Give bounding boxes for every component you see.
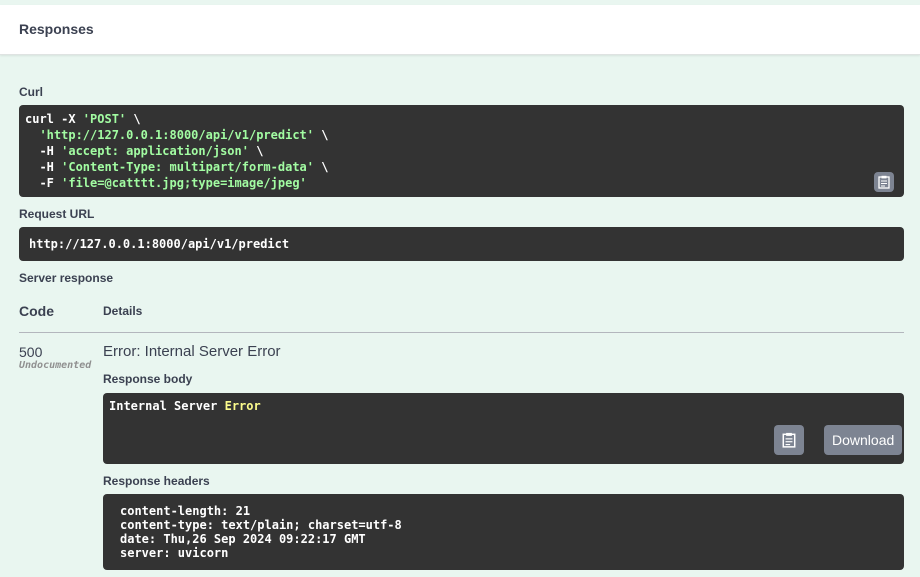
error-title: Error: Internal Server Error bbox=[103, 343, 281, 360]
server-response-label: Server response bbox=[19, 271, 114, 285]
curl-code-block[interactable]: curl -X 'POST' \ 'http://127.0.0.1:8000/… bbox=[19, 105, 904, 197]
request-url-block[interactable]: http://127.0.0.1:8000/api/v1/predict bbox=[19, 227, 904, 261]
response-body-block[interactable]: Internal Server Error Download bbox=[103, 393, 904, 464]
header-line: content-type: text/plain; charset=utf-8 bbox=[120, 518, 402, 532]
details-column-header: Details bbox=[103, 304, 143, 318]
header-line: content-length: 21 bbox=[120, 504, 251, 518]
response-code: 500 bbox=[19, 344, 43, 360]
response-body-label: Response body bbox=[103, 372, 193, 386]
request-url-label: Request URL bbox=[19, 207, 95, 221]
table-divider bbox=[19, 332, 904, 333]
response-headers-list: content-length: 21 content-type: text/pl… bbox=[120, 504, 402, 560]
download-button[interactable]: Download bbox=[824, 425, 903, 455]
curl-label: Curl bbox=[19, 85, 43, 99]
responses-header: Responses bbox=[0, 5, 920, 55]
response-headers-block[interactable]: content-length: 21 content-type: text/pl… bbox=[103, 494, 904, 570]
copy-response-body-button[interactable] bbox=[774, 425, 804, 455]
curl-command: curl -X 'POST' \ 'http://127.0.0.1:8000/… bbox=[25, 112, 329, 190]
clipboard-icon bbox=[878, 175, 890, 189]
clipboard-icon bbox=[782, 432, 796, 448]
header-line: server: uvicorn bbox=[120, 546, 229, 560]
request-url-value: http://127.0.0.1:8000/api/v1/predict bbox=[29, 237, 290, 251]
response-body-text: Internal Server Error bbox=[109, 399, 261, 413]
code-column-header: Code bbox=[19, 303, 54, 319]
response-headers-label: Response headers bbox=[103, 474, 210, 488]
copy-curl-button[interactable] bbox=[874, 172, 894, 192]
section-title: Responses bbox=[19, 21, 94, 37]
undocumented-badge: Undocumented bbox=[19, 360, 92, 371]
header-line: date: Thu,26 Sep 2024 09:22:17 GMT bbox=[120, 532, 366, 546]
